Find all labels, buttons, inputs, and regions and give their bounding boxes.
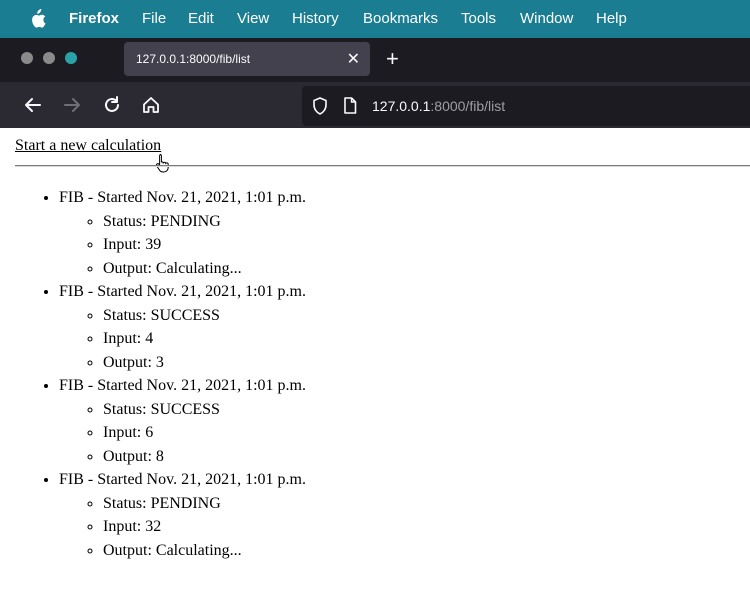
navigation-toolbar: 127.0.0.1:8000/fib/list	[0, 82, 750, 128]
reload-icon[interactable]	[102, 95, 122, 115]
task-item: FIB - Started Nov. 21, 2021, 1:01 p.m. S…	[59, 186, 306, 280]
page-content: Start a new calculation FIB - Started No…	[0, 128, 750, 616]
menu-view[interactable]: View	[237, 10, 269, 27]
menu-window[interactable]: Window	[520, 10, 573, 27]
task-title: FIB - Started Nov. 21, 2021, 1:01 p.m.	[59, 471, 306, 488]
macos-menu-bar: Firefox File Edit View History Bookmarks…	[0, 0, 750, 38]
window-close-button[interactable]	[21, 52, 33, 64]
apple-logo-icon[interactable]	[28, 9, 46, 29]
task-title: FIB - Started Nov. 21, 2021, 1:01 p.m.	[59, 189, 306, 206]
task-details: Status: SUCCESS Input: 6 Output: 8	[59, 398, 306, 469]
task-details: Status: PENDING Input: 32 Output: Calcul…	[59, 492, 306, 563]
window-minimize-button[interactable]	[43, 52, 55, 64]
tab-strip: 127.0.0.1:8000/fib/list ✕ +	[0, 38, 750, 82]
task-details: Status: SUCCESS Input: 4 Output: 3	[59, 304, 306, 375]
page-icon[interactable]	[343, 97, 357, 114]
task-item: FIB - Started Nov. 21, 2021, 1:01 p.m. S…	[59, 468, 306, 562]
plus-icon[interactable]: +	[386, 46, 399, 72]
task-list: FIB - Started Nov. 21, 2021, 1:01 p.m. S…	[19, 186, 306, 562]
menu-file[interactable]: File	[142, 10, 166, 27]
task-status: Status: SUCCESS	[103, 304, 306, 328]
task-title: FIB - Started Nov. 21, 2021, 1:01 p.m.	[59, 283, 306, 300]
task-input: Input: 32	[103, 515, 306, 539]
tab-title: 127.0.0.1:8000/fib/list	[136, 52, 251, 66]
task-item: FIB - Started Nov. 21, 2021, 1:01 p.m. S…	[59, 374, 306, 468]
hand-pointer-icon	[155, 154, 169, 173]
horizontal-rule	[15, 165, 750, 167]
task-output: Output: 3	[103, 351, 306, 375]
task-title: FIB - Started Nov. 21, 2021, 1:01 p.m.	[59, 377, 306, 394]
menu-help[interactable]: Help	[596, 10, 627, 27]
close-icon[interactable]: ✕	[347, 49, 360, 69]
menu-history[interactable]: History	[292, 10, 339, 27]
menu-edit[interactable]: Edit	[188, 10, 214, 27]
url-text[interactable]: 127.0.0.1:8000/fib/list	[372, 98, 505, 114]
task-input: Input: 6	[103, 421, 306, 445]
window-zoom-button[interactable]	[65, 52, 77, 64]
task-output: Output: 8	[103, 445, 306, 469]
tab-active[interactable]: 127.0.0.1:8000/fib/list ✕	[124, 42, 370, 76]
url-host: 127.0.0.1	[372, 98, 431, 114]
menu-tools[interactable]: Tools	[461, 10, 496, 27]
task-input: Input: 4	[103, 327, 306, 351]
menu-app-firefox[interactable]: Firefox	[69, 10, 119, 27]
task-details: Status: PENDING Input: 39 Output: Calcul…	[59, 210, 306, 281]
home-icon[interactable]	[141, 95, 161, 115]
back-arrow-icon[interactable]	[23, 95, 43, 115]
url-bar[interactable]: 127.0.0.1:8000/fib/list	[302, 86, 750, 126]
start-new-calculation-link[interactable]: Start a new calculation	[15, 137, 161, 155]
forward-arrow-icon[interactable]	[62, 95, 82, 115]
url-path: :8000/fib/list	[430, 98, 506, 114]
task-status: Status: PENDING	[103, 210, 306, 234]
task-output: Output: Calculating...	[103, 257, 306, 281]
menu-bookmarks[interactable]: Bookmarks	[363, 10, 438, 27]
task-item: FIB - Started Nov. 21, 2021, 1:01 p.m. S…	[59, 280, 306, 374]
task-input: Input: 39	[103, 233, 306, 257]
task-status: Status: SUCCESS	[103, 398, 306, 422]
shield-icon[interactable]	[312, 97, 328, 115]
task-status: Status: PENDING	[103, 492, 306, 516]
task-output: Output: Calculating...	[103, 539, 306, 563]
